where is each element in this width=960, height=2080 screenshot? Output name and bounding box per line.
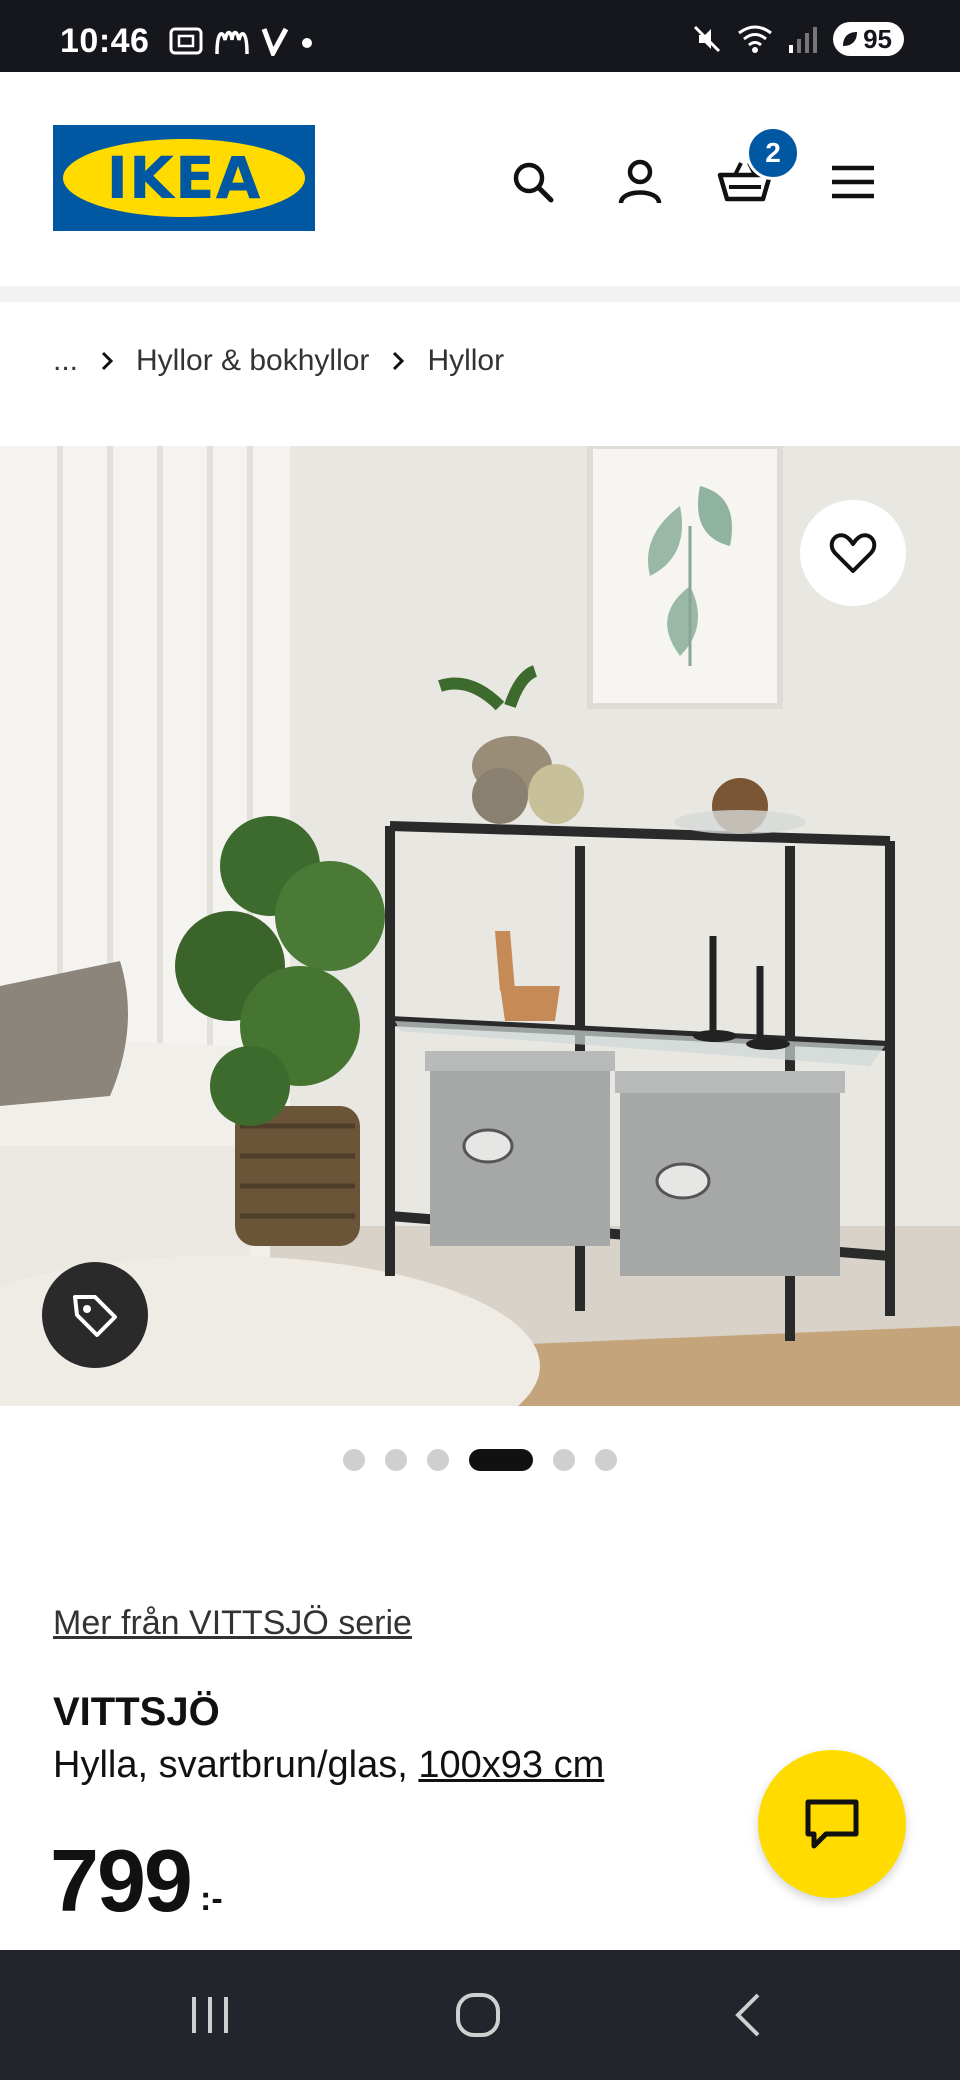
screenshot-icon <box>169 27 203 55</box>
site-header: IKEA 2 <box>0 72 960 286</box>
chevron-right-icon <box>393 351 405 371</box>
product-tag-button[interactable] <box>42 1262 148 1368</box>
status-icons-left <box>168 26 314 56</box>
battery-level: 95 <box>863 23 892 54</box>
gallery-dot[interactable] <box>343 1449 365 1471</box>
gallery-dot-active[interactable] <box>469 1449 533 1471</box>
favorite-button[interactable] <box>800 500 906 606</box>
menu-icon[interactable] <box>823 152 883 212</box>
mcdonalds-icon <box>215 30 249 55</box>
breadcrumb-item-more[interactable]: ... <box>53 344 78 378</box>
logo-text: IKEA <box>106 144 262 212</box>
gallery-dot[interactable] <box>595 1449 617 1471</box>
product-description-text: Hylla, svartbrun/glas, <box>53 1744 419 1786</box>
cart-count-badge: 2 <box>746 126 800 180</box>
back-icon <box>735 1993 760 2037</box>
status-time: 10:46 <box>60 22 150 60</box>
mute-icon <box>694 25 721 53</box>
heart-icon <box>829 533 877 573</box>
header-divider <box>0 286 960 302</box>
chat-button[interactable] <box>758 1750 906 1898</box>
price-suffix: :- <box>200 1880 223 1918</box>
recent-apps-icon <box>192 1997 228 2033</box>
gallery-dot[interactable] <box>385 1449 407 1471</box>
search-icon[interactable] <box>503 152 563 212</box>
product-price: 799 <box>50 1831 193 1930</box>
chevron-right-icon <box>101 351 114 371</box>
system-nav-bar <box>0 1950 960 2080</box>
home-icon <box>456 1993 500 2037</box>
chat-icon <box>805 1799 859 1849</box>
series-link[interactable]: Mer från VITTSJÖ serie <box>53 1604 412 1643</box>
user-icon[interactable] <box>610 152 670 212</box>
ikea-logo[interactable]: IKEA <box>53 125 315 231</box>
home-button[interactable] <box>443 1980 513 2050</box>
v-app-icon <box>261 27 289 56</box>
gallery-dot[interactable] <box>427 1449 449 1471</box>
wifi-icon <box>738 25 772 53</box>
breadcrumb-item-shelves[interactable]: Hyllor <box>427 344 504 378</box>
status-icons-right: 95 <box>691 22 904 56</box>
gallery-dot[interactable] <box>553 1449 575 1471</box>
product-description: Hylla, svartbrun/glas, 100x93 cm <box>53 1744 604 1787</box>
gallery-dots <box>0 1448 960 1472</box>
breadcrumb: ... Hyllor & bokhyllor Hyllor <box>53 336 504 386</box>
product-name: VITTSJÖ <box>53 1690 220 1734</box>
dot-icon <box>302 38 312 48</box>
size-link[interactable]: 100x93 cm <box>418 1744 604 1786</box>
recent-apps-button[interactable] <box>175 1980 245 2050</box>
battery-icon: 95 <box>833 22 904 56</box>
breadcrumb-item-shelves-bookcases[interactable]: Hyllor & bokhyllor <box>136 344 369 378</box>
back-button[interactable] <box>713 1980 783 2050</box>
leaf-icon <box>843 32 858 46</box>
tag-icon <box>73 1295 117 1337</box>
status-bar: 10:46 95 <box>0 0 960 72</box>
signal-icon <box>789 27 818 53</box>
